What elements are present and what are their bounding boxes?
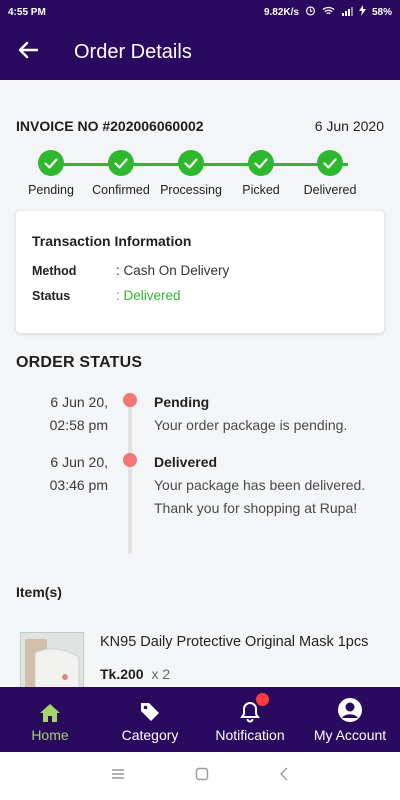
timeline-dot	[123, 453, 137, 467]
timeline-description: Your package has been delivered. Thank y…	[154, 477, 366, 516]
step-label: Pending	[28, 183, 74, 197]
timeline-title: Pending	[154, 394, 210, 410]
tag-icon	[139, 697, 161, 723]
app-bar: Order Details	[0, 24, 400, 80]
timeline-line	[128, 396, 132, 554]
status-bar: 4:55 PM 9.82K/s 58%	[0, 0, 400, 24]
battery-level: 58%	[371, 6, 392, 18]
signal-icon	[341, 6, 353, 19]
check-icon	[178, 150, 204, 176]
nav-label: Home	[31, 726, 69, 743]
bell-icon	[240, 692, 269, 723]
arrow-left-icon	[18, 41, 39, 64]
system-navigation-bar	[0, 752, 400, 800]
network-speed: 9.82K/s	[263, 6, 299, 18]
product-quantity: x 2	[151, 666, 171, 682]
step-processing: Processing	[151, 150, 231, 197]
product-name: KN95 Daily Protective Original Mask 1pcs	[100, 634, 369, 650]
invoice-date: 6 Jun 2020	[314, 118, 384, 134]
timeline-description: Your order package is pending.	[154, 417, 348, 433]
step-label: Picked	[242, 183, 280, 197]
nav-label: Notification	[215, 726, 285, 743]
timeline-title: Delivered	[154, 454, 218, 470]
nav-label: My Account	[313, 726, 387, 743]
timeline-text: Delivered Your package has been delivere…	[154, 451, 384, 520]
nav-my-account[interactable]: My Account	[300, 687, 400, 752]
product-image	[20, 632, 84, 687]
system-back-icon[interactable]	[279, 767, 289, 786]
step-picked: Picked	[221, 150, 301, 197]
transaction-info-card: Transaction Information Method : Cash On…	[16, 211, 384, 333]
alarm-icon	[305, 5, 316, 19]
notification-badge	[256, 692, 269, 706]
timeline-time: 02:58 pm	[49, 417, 108, 433]
menu-icon[interactable]	[111, 767, 125, 785]
step-label: Processing	[160, 183, 222, 197]
nav-label: Category	[121, 726, 179, 743]
timeline-dot	[123, 393, 137, 407]
home-square-icon[interactable]	[195, 767, 209, 786]
step-delivered: Delivered	[290, 150, 370, 197]
status-value: : Delivered	[116, 288, 181, 303]
check-icon	[317, 150, 343, 176]
nav-category[interactable]: Category	[100, 687, 200, 752]
status-row: Status : Delivered	[32, 288, 368, 303]
nav-notification[interactable]: Notification	[200, 687, 300, 752]
order-item[interactable]: KN95 Daily Protective Original Mask 1pcs…	[16, 628, 386, 687]
status-label: Status	[32, 289, 71, 303]
invoice-number: INVOICE NO #202006060002	[16, 118, 204, 134]
timeline-text: Pending Your order package is pending.	[154, 391, 384, 437]
order-status-heading: ORDER STATUS	[16, 354, 143, 371]
check-icon	[108, 150, 134, 176]
timeline-datetime: 6 Jun 20, 02:58 pm	[16, 391, 108, 437]
check-icon	[38, 150, 64, 176]
timeline-datetime: 6 Jun 20, 03:46 pm	[16, 451, 108, 497]
step-confirmed: Confirmed	[81, 150, 161, 197]
nav-home[interactable]: Home	[0, 687, 100, 752]
method-label: Method	[32, 264, 77, 278]
timeline-date: 6 Jun 20,	[50, 454, 108, 470]
product-price-row: Tk.200 x 2	[100, 666, 170, 682]
bottom-navigation: Home Category Notification My Account	[0, 687, 400, 752]
items-heading: Item(s)	[16, 584, 62, 600]
charging-icon	[358, 5, 366, 19]
transaction-title: Transaction Information	[32, 233, 192, 249]
timeline-time: 03:46 pm	[49, 477, 108, 493]
timeline-date: 6 Jun 20,	[50, 394, 108, 410]
step-label: Delivered	[303, 183, 357, 197]
order-progress-stepper: Pending Confirmed Processing Picked Deli	[0, 150, 400, 202]
back-button[interactable]	[0, 24, 56, 80]
step-label: Confirmed	[92, 183, 150, 197]
page-title: Order Details	[74, 40, 192, 63]
home-icon	[39, 697, 61, 723]
method-value: : Cash On Delivery	[116, 263, 230, 278]
step-pending: Pending	[11, 150, 91, 197]
account-icon	[337, 697, 363, 723]
payment-method-row: Method : Cash On Delivery	[32, 263, 368, 278]
check-icon	[248, 150, 274, 176]
status-time: 4:55 PM	[8, 6, 46, 18]
invoice-row: INVOICE NO #202006060002 6 Jun 2020	[16, 118, 384, 134]
wifi-icon	[322, 6, 335, 19]
order-details-content[interactable]: INVOICE NO #202006060002 6 Jun 2020 Pend…	[0, 80, 400, 687]
product-price: Tk.200	[100, 666, 144, 682]
